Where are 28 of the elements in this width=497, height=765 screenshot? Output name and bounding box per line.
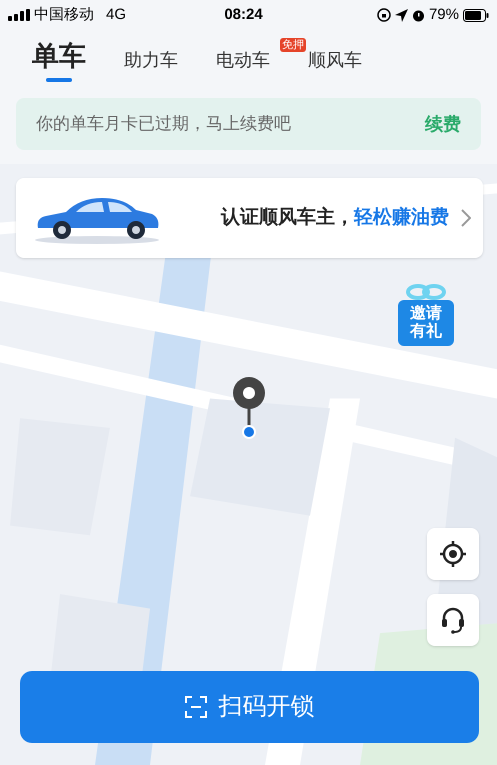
promo-text: 认证顺风车主， [221, 206, 354, 230]
support-button[interactable] [427, 594, 479, 646]
alarm-icon [412, 8, 425, 22]
promo-card[interactable]: 认证顺风车主，轻松赚油费 [16, 178, 483, 258]
headset-icon [440, 606, 466, 634]
gift-label: 有礼 [410, 323, 442, 341]
vehicle-tab[interactable]: 助力车 [124, 42, 178, 78]
locate-icon [439, 540, 467, 568]
carrier-name: 中国移动 [34, 4, 94, 25]
network-type: 4G [106, 4, 126, 25]
locate-button[interactable] [427, 528, 479, 580]
promo-highlight: 轻松赚油费 [354, 206, 449, 230]
battery-icon [463, 8, 489, 22]
tab-indicator [46, 78, 72, 82]
vehicle-tab[interactable]: 单车 [32, 38, 86, 74]
chevron-right-icon [461, 209, 471, 227]
clock-time: 08:24 [224, 4, 263, 25]
signal-icon [8, 9, 30, 21]
vehicle-tab[interactable]: 电动车 [216, 42, 270, 78]
map-pin-icon [232, 376, 266, 440]
vehicle-tab[interactable]: 顺风车 [308, 42, 362, 78]
gift-label: 邀请 [410, 305, 442, 322]
location-arrow-icon [394, 8, 408, 22]
scan-icon [184, 696, 206, 718]
scan-unlock-button[interactable]: 扫码开锁 [20, 671, 479, 743]
notice-text: 你的单车月卡已过期，马上续费吧 [36, 113, 291, 136]
battery-percent: 79% [428, 4, 459, 25]
tab-badge: 免押 [280, 38, 306, 52]
